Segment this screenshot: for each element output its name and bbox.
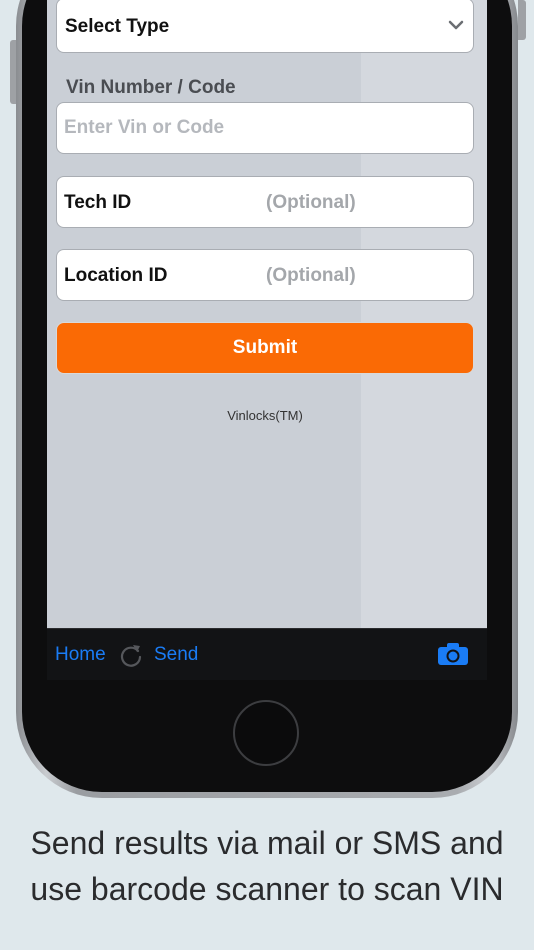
tech-id-label: Tech ID — [64, 192, 132, 213]
submit-button[interactable]: Submit — [56, 322, 474, 374]
marketing-caption: Send results via mail or SMS and use bar… — [0, 820, 534, 912]
location-id-optional-hint: (Optional) — [266, 265, 356, 286]
chevron-down-icon — [448, 20, 464, 30]
screen-background-panel — [361, 0, 487, 628]
phone-home-button[interactable] — [233, 700, 299, 766]
refresh-icon[interactable] — [119, 642, 143, 668]
phone-power-button — [518, 0, 526, 40]
bottom-toolbar: Home Send — [47, 628, 487, 680]
vin-section-label: Vin Number / Code — [66, 77, 236, 98]
phone-side-button — [10, 40, 16, 104]
send-link[interactable]: Send — [154, 644, 198, 666]
vin-input[interactable] — [64, 117, 464, 139]
tech-id-optional-hint: (Optional) — [266, 192, 356, 213]
app-screen: Select Type Vin Number / Code Tech ID (O… — [47, 0, 487, 680]
caption-line-1: Send results via mail or SMS and — [30, 825, 504, 861]
caption-line-2: use barcode scanner to scan VIN — [30, 871, 504, 907]
camera-icon[interactable] — [437, 642, 469, 666]
trademark-text: Vinlocks(TM) — [227, 408, 303, 423]
vin-field[interactable] — [56, 102, 474, 154]
select-type-dropdown[interactable]: Select Type — [56, 0, 474, 53]
select-type-label: Select Type — [65, 16, 170, 37]
location-id-label: Location ID — [64, 265, 168, 286]
tech-id-field[interactable]: Tech ID (Optional) — [56, 176, 474, 228]
home-link[interactable]: Home — [55, 644, 106, 666]
location-id-field[interactable]: Location ID (Optional) — [56, 249, 474, 301]
